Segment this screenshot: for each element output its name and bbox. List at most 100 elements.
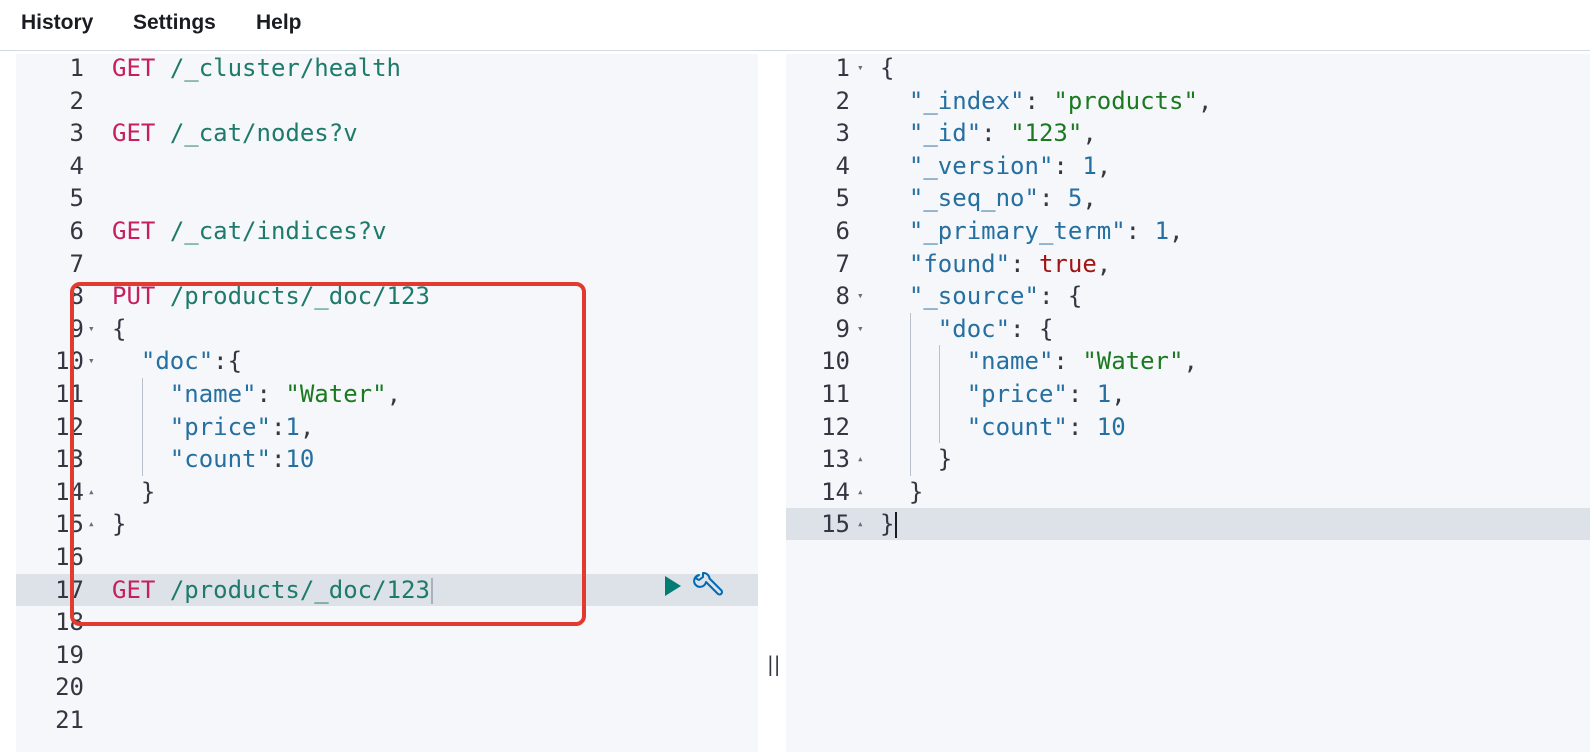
json-punctuation: } [937, 445, 953, 474]
json-punctuation: , [1111, 380, 1126, 408]
json-punctuation: : [270, 412, 286, 441]
line-number: 2 [835, 86, 850, 115]
request-editor[interactable]: 1 GET /_cluster/health 2 3 GET /_cat/nodes?v… [16, 54, 758, 752]
request-line: 17 GET /products/_doc/123 [16, 574, 758, 607]
json-key: "count" [966, 412, 1068, 441]
json-key: "doc" [937, 314, 1011, 343]
line-number: 17 [55, 575, 84, 604]
line-code: } [880, 476, 923, 509]
line-number: 10 [55, 347, 84, 376]
line-code: "price": 1, [880, 378, 1126, 411]
response-line: 11 "price": 1, [786, 378, 1590, 411]
response-line: 1 ▾ { [786, 54, 1590, 85]
line-number: 6 [835, 217, 850, 245]
response-line: 9 ▾ "doc": { [786, 313, 1590, 346]
pane-splitter[interactable] [758, 54, 786, 752]
menu-settings[interactable]: Settings [133, 11, 216, 35]
json-key: "price" [169, 412, 271, 441]
line-code: "doc":{ [112, 345, 242, 378]
response-line: 5 "_seq_no": 5, [786, 182, 1590, 215]
fold-expand-icon[interactable]: ▴ [88, 476, 95, 509]
line-number: 7 [69, 249, 84, 278]
json-punctuation: : [1053, 151, 1083, 180]
fold-expand-icon[interactable]: ▴ [88, 508, 95, 541]
json-punctuation: : [1053, 347, 1083, 376]
json-punctuation: : [270, 445, 286, 474]
json-punctuation: : [981, 119, 1011, 148]
menu-help[interactable]: Help [256, 11, 302, 35]
drag-handle-icon[interactable]: || [767, 652, 780, 676]
fold-expand-icon[interactable]: ▴ [857, 443, 864, 476]
fold-expand-icon[interactable]: ▴ [857, 476, 864, 509]
json-string: "Water" [285, 380, 387, 408]
json-number: 1 [1082, 151, 1097, 180]
line-number: 15 [821, 510, 850, 539]
line-number: 6 [69, 217, 84, 245]
json-punctuation: , [386, 380, 402, 408]
request-line: 18 [16, 606, 758, 639]
line-code: "_id": "123", [880, 117, 1097, 150]
menu-bar: History Settings Help [0, 0, 1590, 51]
line-code: { [880, 54, 894, 85]
json-punctuation: : [1067, 412, 1097, 441]
request-line: 21 [16, 704, 758, 737]
fold-expand-icon[interactable]: ▴ [857, 508, 864, 541]
response-line: 6 "_primary_term": 1, [786, 215, 1590, 248]
response-line: 13 ▴ } [786, 443, 1590, 476]
response-line: 3 "_id": "123", [786, 117, 1590, 150]
json-punctuation: } [140, 477, 156, 506]
response-viewer[interactable]: 1 ▾{2 "_index": "products", 3 "_id": "123"… [786, 54, 1590, 752]
json-number: 10 [1096, 412, 1126, 441]
line-number: 9 [69, 314, 84, 343]
play-icon[interactable] [662, 574, 684, 598]
http-method: GET [112, 217, 156, 245]
request-url: /_cluster/health [169, 54, 401, 82]
response-line: 4 "_version": 1, [786, 150, 1590, 183]
fold-collapse-icon[interactable]: ▾ [857, 280, 864, 313]
fold-collapse-icon[interactable]: ▾ [857, 313, 864, 346]
request-line: 7 [16, 248, 758, 281]
line-code: "found": true, [880, 248, 1111, 281]
json-punctuation: : { [1010, 314, 1054, 343]
line-number: 5 [835, 184, 850, 213]
fold-collapse-icon[interactable]: ▾ [857, 54, 864, 85]
wrench-icon[interactable] [692, 572, 724, 602]
line-code: "_version": 1, [880, 150, 1111, 183]
json-key: "_source" [908, 282, 1039, 311]
line-number: 21 [55, 706, 84, 734]
request-line: 20 [16, 671, 758, 704]
fold-collapse-icon[interactable]: ▾ [88, 313, 95, 346]
response-line: 7 "found": true, [786, 248, 1590, 281]
line-number: 8 [69, 282, 84, 311]
fold-collapse-icon[interactable]: ▾ [88, 345, 95, 378]
line-code: "count": 10 [880, 411, 1126, 444]
line-code: GET /_cat/indices?v [112, 215, 387, 248]
line-code: } [880, 443, 952, 476]
json-punctuation: : [1024, 86, 1054, 115]
http-method: GET [112, 575, 156, 604]
line-code: GET /_cat/nodes?v [112, 117, 358, 150]
request-line: 15 ▴} [16, 508, 758, 541]
response-line: 10 "name": "Water", [786, 345, 1590, 378]
json-punctuation: , [1096, 249, 1112, 278]
line-number: 4 [69, 151, 84, 180]
line-number: 13 [821, 445, 850, 474]
line-number: 3 [835, 119, 850, 148]
request-line: 2 [16, 85, 758, 118]
json-punctuation: , [1197, 86, 1213, 115]
line-code: PUT /products/_doc/123 [112, 280, 430, 313]
line-code: "_index": "products", [880, 85, 1212, 118]
json-punctuation: { [880, 54, 895, 82]
line-number: 4 [835, 151, 850, 180]
line-number: 13 [55, 445, 84, 474]
menu-history[interactable]: History [21, 11, 93, 35]
